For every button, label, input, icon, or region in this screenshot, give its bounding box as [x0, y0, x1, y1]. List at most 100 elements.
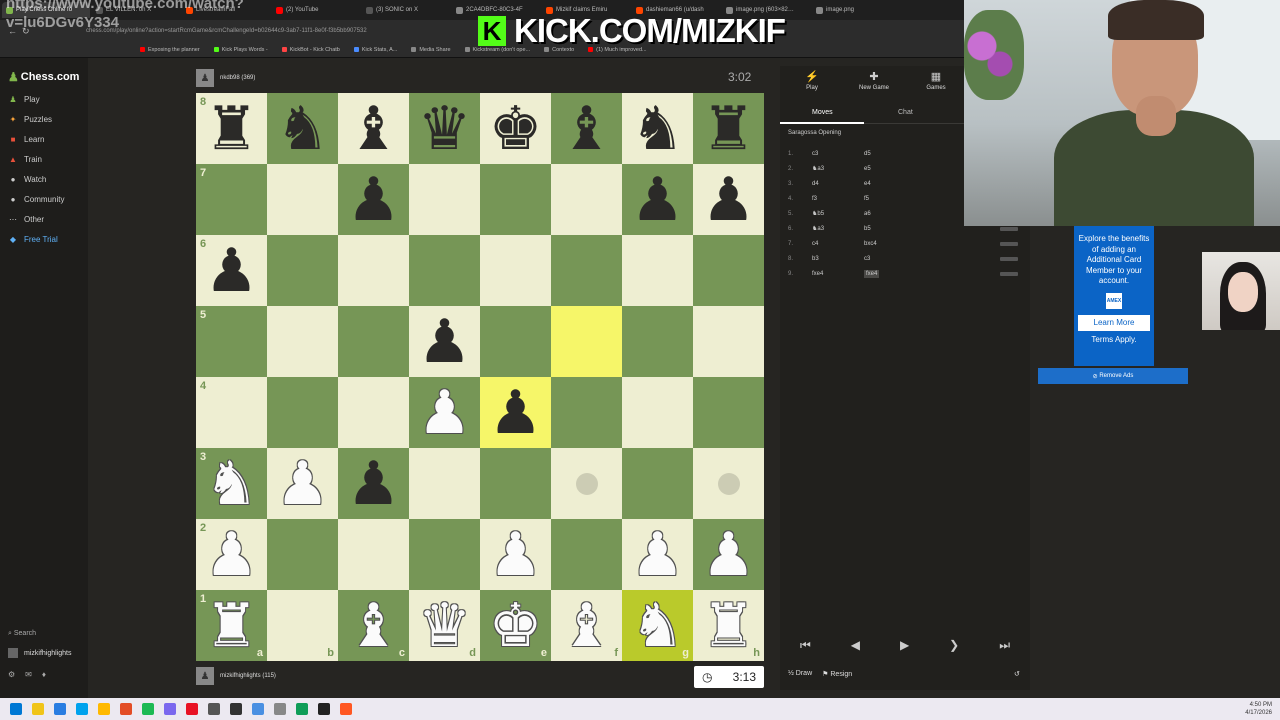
board-square-e6[interactable]	[480, 235, 551, 306]
white-move[interactable]: c4	[812, 241, 818, 247]
board-square-h5[interactable]	[693, 306, 764, 377]
last-move-button[interactable]: ⏭	[999, 638, 1010, 653]
sidebar-item-community[interactable]: ● Community	[8, 195, 65, 204]
board-square-a4[interactable]: 4	[196, 377, 267, 448]
black-knight-icon[interactable]: ♞	[631, 99, 685, 159]
white-knight-icon[interactable]: ♞	[631, 596, 685, 656]
black-bishop-icon[interactable]: ♝	[347, 99, 401, 159]
white-pawn-icon[interactable]: ♟	[418, 383, 472, 443]
bottom-player-avatar[interactable]: ♟	[196, 667, 214, 685]
black-rook-icon[interactable]: ♜	[205, 99, 259, 159]
black-pawn-icon[interactable]: ♟	[347, 454, 401, 514]
board-square-c2[interactable]	[338, 519, 409, 590]
sidebar-item-learn[interactable]: ■ Learn	[8, 135, 45, 144]
board-square-f8[interactable]: ♝	[551, 93, 622, 164]
taskbar-app-icon[interactable]	[252, 703, 264, 715]
previous-move-button[interactable]: ◀	[851, 638, 860, 653]
white-pawn-icon[interactable]: ♟	[702, 525, 756, 585]
board-square-g1[interactable]: g ♞	[622, 590, 693, 661]
taskbar-app-icon[interactable]	[98, 703, 110, 715]
sidebar-item-train[interactable]: ▲ Train	[8, 155, 42, 164]
sidebar-search[interactable]: ⌕ Search	[8, 630, 36, 638]
white-rook-icon[interactable]: ♜	[702, 596, 756, 656]
board-square-d2[interactable]	[409, 519, 480, 590]
board-square-a8[interactable]: 8 ♜	[196, 93, 267, 164]
black-rook-icon[interactable]: ♜	[702, 99, 756, 159]
black-pawn-icon[interactable]: ♟	[418, 312, 472, 372]
black-move[interactable]: c3	[864, 256, 870, 262]
white-move[interactable]: d4	[812, 181, 819, 187]
panel-tab-new-game[interactable]: ✚ New Game	[844, 70, 904, 91]
board-square-b7[interactable]	[267, 164, 338, 235]
white-move[interactable]: b3	[812, 256, 819, 262]
board-square-g2[interactable]: ♟	[622, 519, 693, 590]
board-square-b1[interactable]: b	[267, 590, 338, 661]
board-square-e1[interactable]: e ♚	[480, 590, 551, 661]
black-move[interactable]: fxe4	[864, 269, 880, 278]
black-king-icon[interactable]: ♚	[489, 99, 543, 159]
board-square-a5[interactable]: 5	[196, 306, 267, 377]
bottom-player-name[interactable]: mizkifhighlights	[220, 673, 261, 679]
black-move[interactable]: e4	[864, 181, 871, 187]
white-rook-icon[interactable]: ♜	[205, 596, 259, 656]
black-move[interactable]: b5	[864, 226, 871, 232]
white-pawn-icon[interactable]: ♟	[276, 454, 330, 514]
black-pawn-icon[interactable]: ♟	[489, 383, 543, 443]
board-square-c6[interactable]	[338, 235, 409, 306]
black-pawn-icon[interactable]: ♟	[347, 170, 401, 230]
taskbar-app-icon[interactable]	[120, 703, 132, 715]
sidebar-item-free-trial[interactable]: ◆ Free Trial	[8, 235, 58, 244]
play-button[interactable]: ▶	[900, 638, 909, 653]
panel-tab-games[interactable]: ▦ Games	[906, 70, 966, 91]
sidebar-item-other[interactable]: ⋯ Other	[8, 215, 44, 224]
black-pawn-icon[interactable]: ♟	[702, 170, 756, 230]
next-move-button[interactable]: ❯	[949, 638, 959, 653]
advertisement[interactable]: Explore the benefits of adding an Additi…	[1074, 226, 1154, 366]
white-queen-icon[interactable]: ♛	[418, 596, 472, 656]
browser-tab[interactable]: (3) SONIC on X	[362, 2, 450, 18]
board-square-e4[interactable]: ♟	[480, 377, 551, 448]
board-square-f4[interactable]	[551, 377, 622, 448]
taskbar-app-icon[interactable]	[230, 703, 242, 715]
board-square-f1[interactable]: f ♝	[551, 590, 622, 661]
board-square-d8[interactable]: ♛	[409, 93, 480, 164]
taskbar-app-icon[interactable]	[318, 703, 330, 715]
board-square-c3[interactable]: ♟	[338, 448, 409, 519]
black-knight-icon[interactable]: ♞	[276, 99, 330, 159]
board-square-c4[interactable]	[338, 377, 409, 448]
board-square-b2[interactable]	[267, 519, 338, 590]
taskbar-app-icon[interactable]	[76, 703, 88, 715]
chess-board[interactable]: 8 ♜ ♞ ♝ ♛ ♚ ♝ ♞ ♜ 7 ♟ ♟ ♟ 6 ♟ 5 ♟ 4 ♟ ♟ 3 ♞ ♟ ♟ 2 ♟ ♟ ♟ ♟ 1 a ♜ b c ♝ d ♛ e ♚ f…	[196, 93, 764, 661]
remove-ads-button[interactable]: ⊘ Remove Ads	[1038, 368, 1188, 384]
top-player-name[interactable]: nkdb98	[220, 75, 240, 81]
white-king-icon[interactable]: ♚	[489, 596, 543, 656]
board-square-d3[interactable]	[409, 448, 480, 519]
sidebar-user[interactable]: mizkifhighlights	[8, 648, 71, 658]
taskbar-app-icon[interactable]	[142, 703, 154, 715]
board-square-f5[interactable]	[551, 306, 622, 377]
board-square-a6[interactable]: 6 ♟	[196, 235, 267, 306]
board-square-e3[interactable]	[480, 448, 551, 519]
board-square-a2[interactable]: 2 ♟	[196, 519, 267, 590]
board-square-b4[interactable]	[267, 377, 338, 448]
bell-icon[interactable]: ♦	[42, 670, 46, 679]
white-move[interactable]: c3	[812, 151, 818, 157]
top-player-avatar[interactable]: ♟	[196, 69, 214, 87]
sidebar-item-watch[interactable]: ● Watch	[8, 175, 47, 184]
sidebar-item-play[interactable]: ♟ Play	[8, 95, 39, 104]
taskbar-app-icon[interactable]	[296, 703, 308, 715]
learn-more-button[interactable]: Learn More	[1078, 314, 1150, 331]
board-square-g8[interactable]: ♞	[622, 93, 693, 164]
board-square-g5[interactable]	[622, 306, 693, 377]
board-square-a3[interactable]: 3 ♞	[196, 448, 267, 519]
taskbar-app-icon[interactable]	[274, 703, 286, 715]
board-square-e8[interactable]: ♚	[480, 93, 551, 164]
mail-icon[interactable]: ✉	[25, 670, 32, 679]
board-square-d6[interactable]	[409, 235, 480, 306]
board-square-b5[interactable]	[267, 306, 338, 377]
black-move[interactable]: a6	[864, 211, 871, 217]
black-move[interactable]: bxc4	[864, 241, 877, 247]
system-tray-clock[interactable]: 4:50 PM 4/17/2026	[1245, 701, 1272, 717]
bookmark-item[interactable]: Kick Stats, A...	[353, 47, 397, 53]
panel-tab-play[interactable]: ⚡ Play	[782, 70, 842, 91]
